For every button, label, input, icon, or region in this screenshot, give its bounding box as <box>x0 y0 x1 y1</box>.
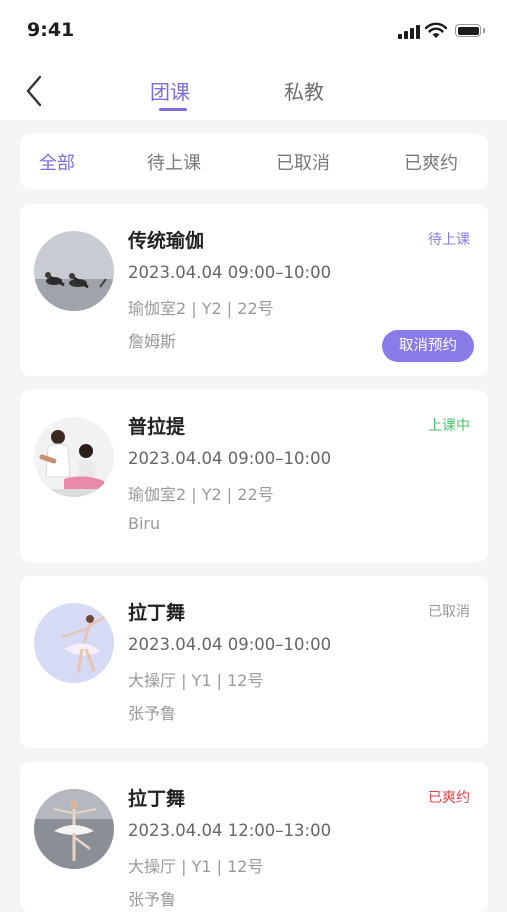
status-badge: 已爽约 <box>428 790 470 806</box>
tab-group-class[interactable]: 团课 <box>150 76 190 105</box>
cellular-signal-icon <box>398 25 420 39</box>
status-badge: 已取消 <box>428 604 470 620</box>
class-room: 大操厅 | Y1 | 12号 <box>128 671 264 690</box>
class-photo-ballet-stage <box>34 789 114 869</box>
status-badge: 待上课 <box>428 232 470 248</box>
class-coach: Biru <box>128 514 161 533</box>
class-datetime: 2023.04.04 09:00–10:00 <box>128 263 332 282</box>
status-filter-bar: 全部 待上课 已取消 已爽约 <box>20 134 488 189</box>
class-coach: 张予鲁 <box>128 704 177 723</box>
class-room: 瑜伽室2 | Y2 | 22号 <box>128 485 274 504</box>
class-datetime: 2023.04.04 12:00–13:00 <box>128 821 332 840</box>
filter-all[interactable]: 全部 <box>39 149 75 175</box>
tab-private-class[interactable]: 私教 <box>284 76 324 105</box>
class-datetime: 2023.04.04 09:00–10:00 <box>128 635 332 654</box>
booking-card[interactable]: 普拉提 2023.04.04 09:00–10:00 瑜伽室2 | Y2 | 2… <box>20 390 488 562</box>
back-chevron-icon[interactable] <box>22 74 48 108</box>
top-bar: 9:41 团课 私教 <box>0 0 507 120</box>
class-photo-ballet <box>34 603 114 683</box>
class-title: 传统瑜伽 <box>128 230 205 252</box>
cancel-booking-button[interactable]: 取消预约 <box>382 330 474 362</box>
booking-card[interactable]: 拉丁舞 2023.04.04 12:00–13:00 大操厅 | Y1 | 12… <box>20 762 488 912</box>
filter-no-show[interactable]: 已爽约 <box>404 149 458 175</box>
class-coach: 詹姆斯 <box>128 332 177 351</box>
class-title: 拉丁舞 <box>128 602 186 624</box>
class-title: 拉丁舞 <box>128 788 186 810</box>
battery-icon <box>455 24 485 37</box>
wifi-icon <box>425 22 447 38</box>
booking-card[interactable]: 传统瑜伽 2023.04.04 09:00–10:00 瑜伽室2 | Y2 | … <box>20 204 488 376</box>
booking-card[interactable]: 拉丁舞 2023.04.04 09:00–10:00 大操厅 | Y1 | 12… <box>20 576 488 748</box>
class-photo-pilates <box>34 417 114 497</box>
filter-cancelled[interactable]: 已取消 <box>276 149 330 175</box>
class-room: 大操厅 | Y1 | 12号 <box>128 857 264 876</box>
class-room: 瑜伽室2 | Y2 | 22号 <box>128 299 274 318</box>
status-badge: 上课中 <box>428 418 470 434</box>
class-datetime: 2023.04.04 09:00–10:00 <box>128 449 332 468</box>
status-time: 9:41 <box>27 19 75 41</box>
class-photo-yoga <box>34 231 114 311</box>
active-tab-underline <box>159 108 187 111</box>
filter-pending[interactable]: 待上课 <box>147 149 201 175</box>
class-title: 普拉提 <box>128 416 186 438</box>
class-coach: 张予鲁 <box>128 890 177 909</box>
